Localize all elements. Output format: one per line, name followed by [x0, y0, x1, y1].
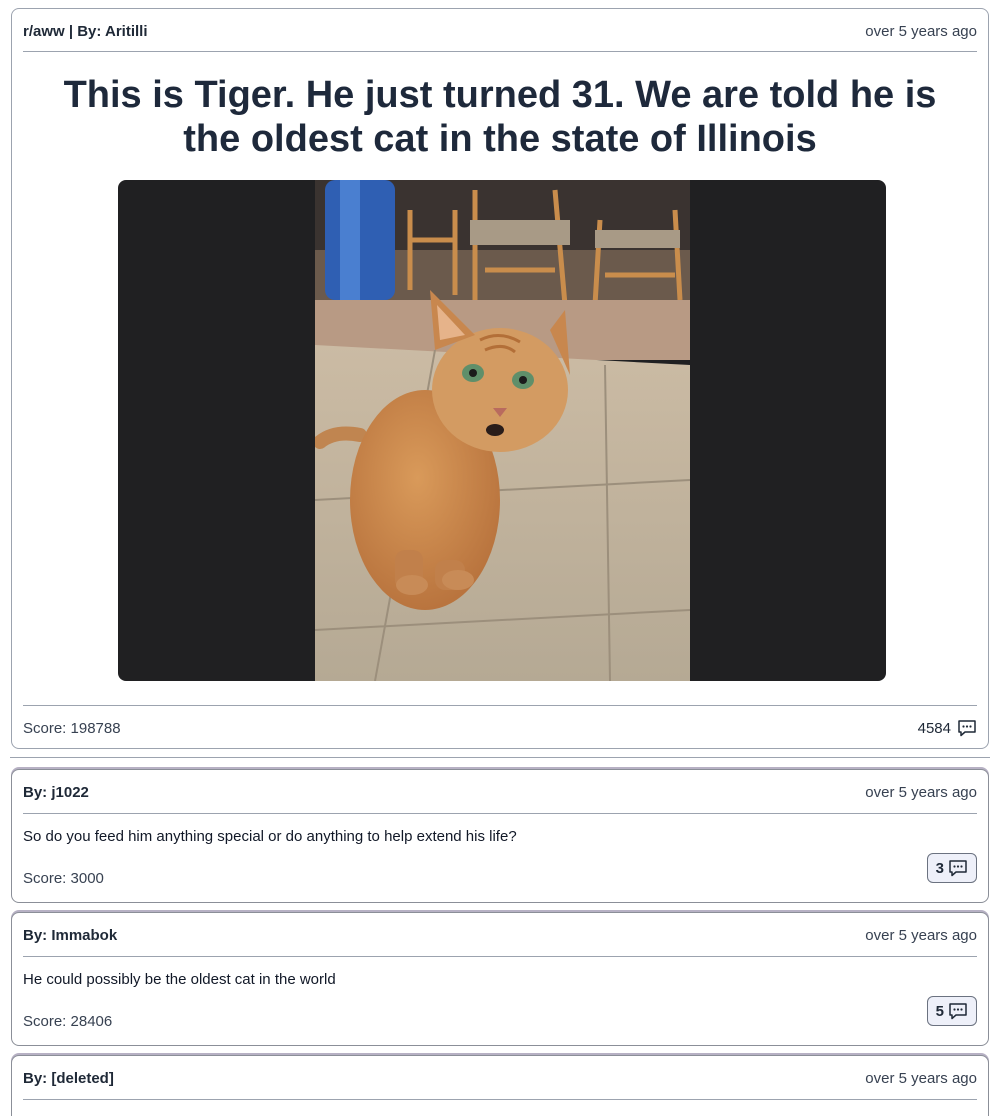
- comment-footer: Score: 3000 3: [23, 853, 977, 888]
- comment-body: He could possibly be the oldest cat in t…: [23, 971, 336, 988]
- comment-timestamp: over 5 years ago: [865, 927, 977, 944]
- post-header-divider: [23, 51, 977, 52]
- post-header: r/aww | By: Aritilli over 5 years ago: [23, 23, 977, 40]
- post-comments-link[interactable]: 4584: [918, 719, 977, 737]
- thread-page: r/aww | By: Aritilli over 5 years ago Th…: [0, 0, 1008, 1116]
- comment-bubble-icon: [958, 720, 976, 737]
- comment-bubble-icon: [949, 1003, 967, 1020]
- comment-header-divider: [23, 1099, 977, 1100]
- comment-timestamp: over 5 years ago: [865, 784, 977, 801]
- comment-body: So do you feed him anything special or d…: [23, 828, 517, 845]
- comment-card: By: j1022 over 5 years ago So do you fee…: [11, 769, 989, 903]
- comment-bubble-icon: [949, 860, 967, 877]
- replies-button[interactable]: 5: [926, 996, 977, 1026]
- post-title: This is Tiger. He just turned 31. We are…: [63, 74, 937, 160]
- comment-footer: Score: 28406 5: [23, 996, 977, 1031]
- comment-header-divider: [23, 956, 977, 957]
- post-card: r/aww | By: Aritilli over 5 years ago Th…: [11, 8, 989, 749]
- post-footer: Score: 198788 4584: [23, 719, 977, 737]
- reply-count: 3: [935, 859, 944, 877]
- post-timestamp: over 5 years ago: [865, 23, 977, 40]
- post-footer-divider: [23, 705, 977, 706]
- post-subreddit-author[interactable]: r/aww | By: Aritilli: [23, 23, 148, 40]
- replies-button[interactable]: 3: [926, 853, 977, 883]
- comment-timestamp: over 5 years ago: [865, 1070, 977, 1087]
- comment-author[interactable]: By: j1022: [23, 784, 89, 801]
- post-media[interactable]: [118, 180, 886, 681]
- comment-header: By: Immabok over 5 years ago: [23, 927, 977, 944]
- comment-header: By: j1022 over 5 years ago: [23, 784, 977, 801]
- comment-score: Score: 3000: [23, 870, 104, 887]
- reply-count: 5: [935, 1002, 944, 1020]
- comment-author[interactable]: By: Immabok: [23, 927, 117, 944]
- comment-card: By: Immabok over 5 years ago He could po…: [11, 912, 989, 1046]
- post-comment-count: 4584: [917, 719, 951, 737]
- comment-score: Score: 28406: [23, 1013, 113, 1030]
- comment-author[interactable]: By: [deleted]: [23, 1070, 114, 1087]
- comment-card: By: [deleted] over 5 years ago: [11, 1055, 989, 1116]
- comment-header: By: [deleted] over 5 years ago: [23, 1070, 977, 1087]
- comments-divider: [10, 757, 990, 758]
- post-score: Score: 198788: [23, 719, 121, 737]
- cat-photo: [315, 180, 690, 681]
- comment-header-divider: [23, 813, 977, 814]
